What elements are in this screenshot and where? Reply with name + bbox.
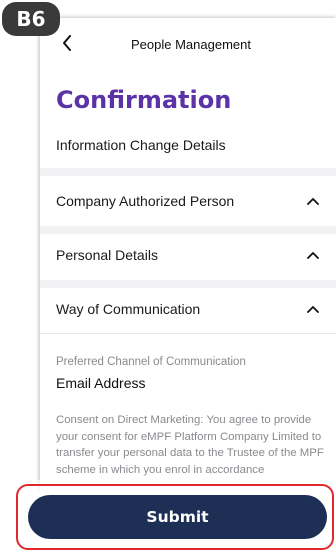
section-label: Way of Communication [56,301,201,317]
step-badge: B6 [2,2,60,36]
section-label: Company Authorized Person [56,193,235,209]
top-bar: People Management [40,18,336,74]
section-company-authorized-person[interactable]: Company Authorized Person [40,176,336,226]
divider [40,168,336,176]
submit-button[interactable]: Submit [28,495,327,539]
chevron-up-icon[interactable] [306,302,320,316]
field-value: Email Address [56,375,146,391]
screen-title: People Management [131,37,251,52]
divider [40,333,336,334]
section-subheading: Information Change Details [56,137,226,153]
field-label: Preferred Channel of Communication [56,356,246,368]
section-label: Personal Details [56,247,158,263]
page-title: Confirmation [56,86,232,114]
chevron-up-icon[interactable] [306,194,320,208]
section-personal-details[interactable]: Personal Details [40,230,336,280]
consent-text: Consent on Direct Marketing: You agree t… [56,414,324,476]
phone-screen: People Management Confirmation Informati… [40,18,336,560]
section-way-of-communication[interactable]: Way of Communication [40,284,336,334]
chevron-up-icon[interactable] [306,248,320,262]
